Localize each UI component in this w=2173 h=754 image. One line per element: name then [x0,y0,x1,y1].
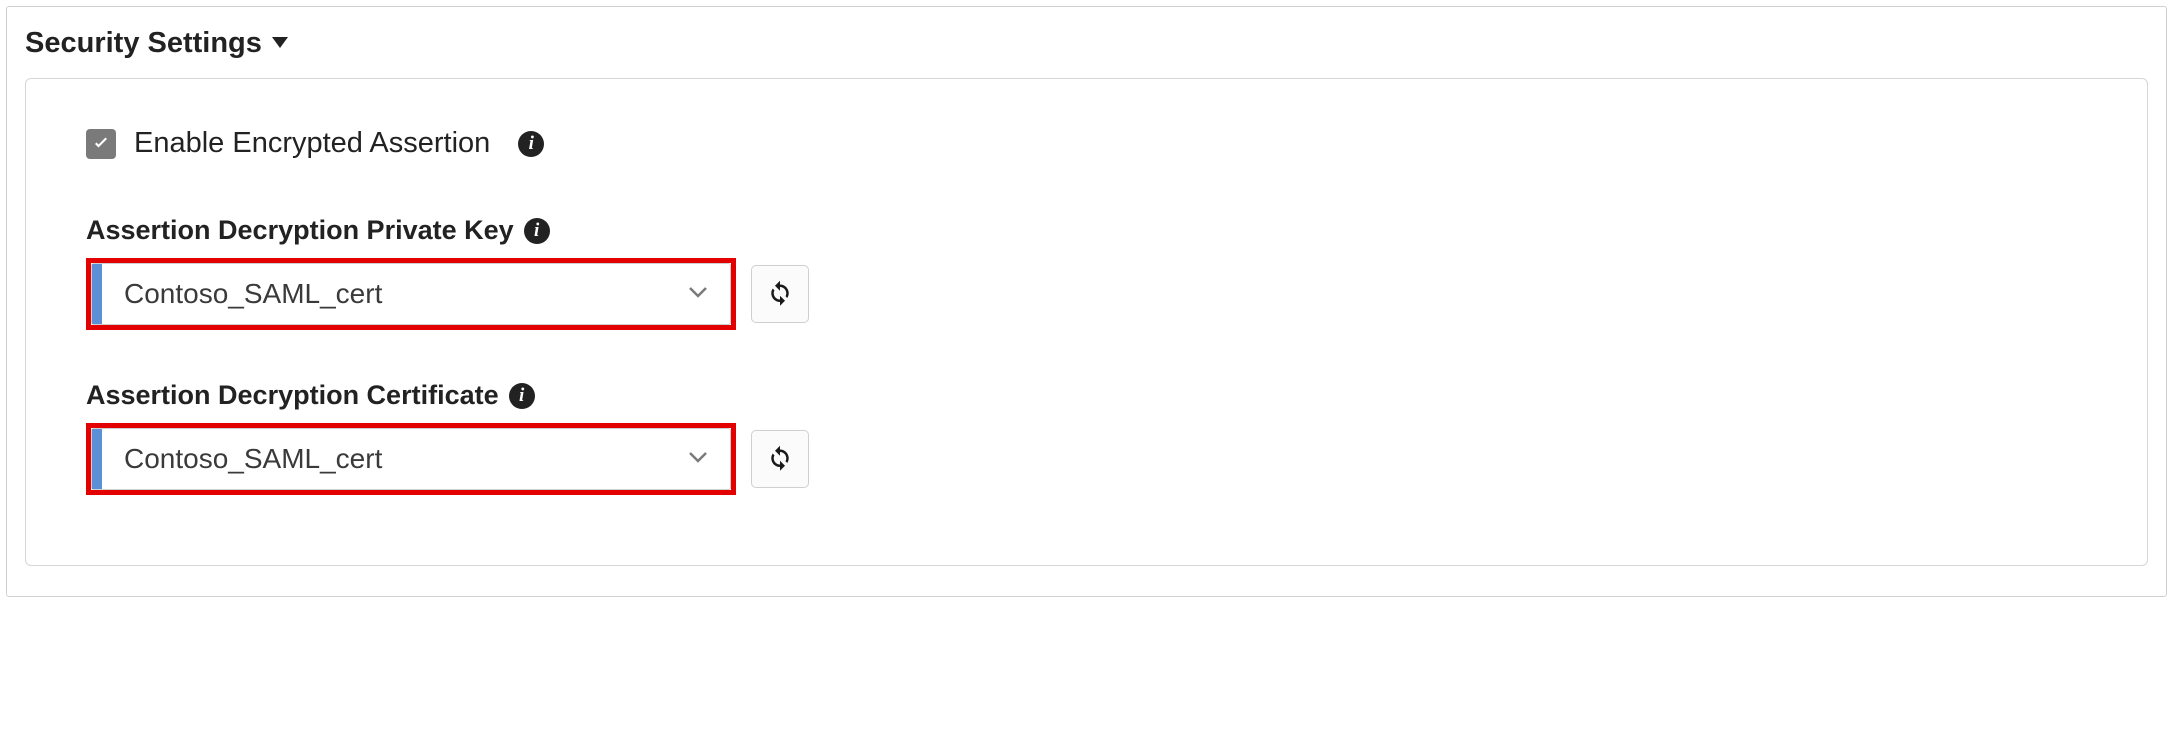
accent-bar [92,264,102,324]
certificate-field: Assertion Decryption Certificate i Conto… [86,380,2101,495]
section-title: Security Settings [25,27,262,60]
highlight-box: Contoso_SAML_cert [86,258,736,330]
security-settings-container: Security Settings Enable Encrypted Asser… [6,6,2167,597]
certificate-select[interactable]: Contoso_SAML_cert [91,428,731,490]
info-icon[interactable]: i [518,131,544,157]
certificate-refresh-button[interactable] [751,430,809,488]
section-heading[interactable]: Security Settings [25,27,2148,60]
info-icon[interactable]: i [509,383,535,409]
highlight-box: Contoso_SAML_cert [86,423,736,495]
certificate-select-row: Contoso_SAML_cert [86,423,2101,495]
enable-encrypted-row: Enable Encrypted Assertion i [86,127,2101,160]
certificate-value: Contoso_SAML_cert [102,443,666,475]
private-key-refresh-button[interactable] [751,265,809,323]
refresh-icon [765,442,795,477]
chevron-down-icon [666,445,730,474]
settings-panel: Enable Encrypted Assertion i Assertion D… [25,78,2148,566]
info-icon[interactable]: i [524,218,550,244]
private-key-select-row: Contoso_SAML_cert [86,258,2101,330]
certificate-label: Assertion Decryption Certificate [86,380,499,411]
private-key-field: Assertion Decryption Private Key i Conto… [86,215,2101,330]
certificate-label-row: Assertion Decryption Certificate i [86,380,2101,411]
private-key-select[interactable]: Contoso_SAML_cert [91,263,731,325]
private-key-label-row: Assertion Decryption Private Key i [86,215,2101,246]
private-key-label: Assertion Decryption Private Key [86,215,514,246]
private-key-value: Contoso_SAML_cert [102,278,666,310]
refresh-icon [765,277,795,312]
chevron-down-icon [666,280,730,309]
caret-down-icon [272,33,288,54]
accent-bar [92,429,102,489]
enable-encrypted-checkbox[interactable] [86,129,116,159]
enable-encrypted-label: Enable Encrypted Assertion [134,127,490,160]
